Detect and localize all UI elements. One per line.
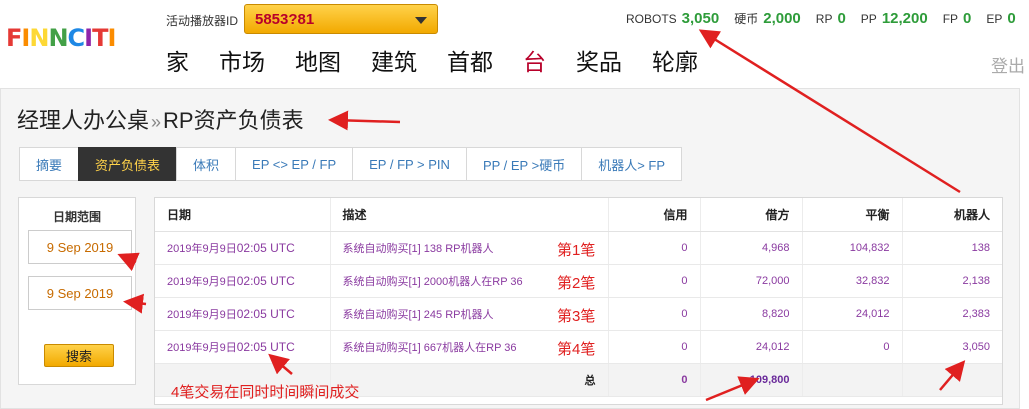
page-title: 经理人办公桌 »RP资产负债表 <box>17 103 304 135</box>
main-nav: 家 市场 地图 建筑 首都 台 奖品 轮廓 <box>166 48 728 78</box>
active-player-id: 5853?81 <box>255 10 315 28</box>
stat-value-ep: 0 <box>1007 10 1016 27</box>
stat-value-rp: 0 <box>837 10 846 27</box>
end-date-input[interactable]: 9 Sep 2019 <box>28 276 132 310</box>
sub-tabs: 摘要 资产负债表 体积 EP <> EP / FP EP / FP > PIN … <box>19 147 683 181</box>
chevron-down-icon <box>415 17 427 24</box>
account-stats: ROBOTS 3,050 硬币 2,000 RP 0 PP 12,200 FP … <box>626 10 1029 27</box>
row-date: 2019年9月9日02:05 UTC <box>155 297 330 331</box>
search-button[interactable]: 搜索 <box>44 344 114 367</box>
column-header-description[interactable]: 描述 <box>329 198 608 232</box>
total-empty-cell <box>901 363 1002 397</box>
stat-label-fp: FP <box>942 12 959 26</box>
row-date: 2019年9月9日02:05 UTC <box>155 264 330 298</box>
nav-market[interactable]: 市场 <box>219 48 265 78</box>
stat-value-fp: 0 <box>963 10 972 27</box>
breadcrumb-current: RP资产负债表 <box>163 108 304 133</box>
date-range-filter: 日期范围 9 Sep 2019 9 Sep 2019 搜索 <box>18 197 136 385</box>
tab-summary[interactable]: 摘要 <box>19 147 79 181</box>
column-header-debit[interactable]: 借方 <box>699 198 802 232</box>
row-robots: 138 <box>901 231 1002 265</box>
site-header: FINNCITI 活动播放器ID 5853?81 ROBOTS 3,050 硬币… <box>0 0 1029 88</box>
annotation-trade-3: 第3笔 <box>557 308 596 325</box>
stat-label-robots: ROBOTS <box>626 12 677 26</box>
row-credit: 0 <box>607 297 700 331</box>
total-credit: 0 <box>607 363 700 397</box>
row-balance: 0 <box>801 330 902 364</box>
breadcrumb-parent[interactable]: 经理人办公桌 <box>17 108 149 133</box>
stat-value-coins: 2,000 <box>763 10 801 27</box>
row-credit: 0 <box>607 330 700 364</box>
stat-label-pp: PP <box>860 12 877 26</box>
row-balance: 32,832 <box>801 264 902 298</box>
column-header-balance[interactable]: 平衡 <box>801 198 902 232</box>
column-header-credit[interactable]: 信用 <box>607 198 700 232</box>
breadcrumb-separator: » <box>151 112 162 132</box>
nav-prizes[interactable]: 奖品 <box>576 48 622 78</box>
stat-value-pp: 12,200 <box>881 10 928 27</box>
column-header-robots[interactable]: 机器人 <box>901 198 1002 232</box>
date-range-heading: 日期范围 <box>52 210 101 224</box>
row-robots: 2,138 <box>901 264 1002 298</box>
annotation-trade-1: 第1笔 <box>557 242 596 259</box>
stat-label-rp: RP <box>815 12 833 26</box>
logo-letter: N <box>48 24 68 52</box>
active-player-select[interactable]: 5853?81 <box>244 4 438 34</box>
logo-letter: C <box>67 24 86 52</box>
nav-map[interactable]: 地图 <box>295 48 341 78</box>
row-date: 2019年9月9日02:05 UTC <box>155 330 330 364</box>
total-label: 总 <box>329 363 608 397</box>
tab-volume[interactable]: 体积 <box>176 147 236 181</box>
row-debit: 8,820 <box>699 297 802 331</box>
stat-label-ep: EP <box>986 12 1003 26</box>
logo-letter: I <box>107 24 116 52</box>
logout-link[interactable]: 登出 <box>991 52 1025 77</box>
logo-letter: F <box>6 24 22 52</box>
start-date-input[interactable]: 9 Sep 2019 <box>28 230 132 264</box>
row-robots: 3,050 <box>901 330 1002 364</box>
tab-pp-ep-coins[interactable]: PP / EP >硬币 <box>465 147 582 181</box>
row-date: 2019年9月9日02:05 UTC <box>155 231 330 265</box>
nav-desk[interactable]: 台 <box>523 48 546 78</box>
annotation-footnote: 4笔交易在同时时间瞬间成交 <box>171 384 360 401</box>
row-debit: 4,968 <box>699 231 802 265</box>
stat-label-coins: 硬币 <box>734 12 759 26</box>
tab-ep-fp-pin[interactable]: EP / FP > PIN <box>352 147 466 181</box>
row-debit: 72,000 <box>699 264 802 298</box>
row-balance: 104,832 <box>801 231 902 265</box>
tab-balance-sheet[interactable]: 资产负债表 <box>78 147 177 181</box>
logo-letter: N <box>29 24 49 52</box>
annotation-trade-4: 第4笔 <box>557 341 596 358</box>
row-robots: 2,383 <box>901 297 1002 331</box>
annotation-trade-2: 第2笔 <box>557 275 596 292</box>
total-empty-cell <box>801 363 902 397</box>
logo-letter: T <box>92 24 108 52</box>
logo-letter: I <box>84 24 93 52</box>
logo-letter: I <box>21 24 30 52</box>
total-debit: 109,800 <box>699 363 802 397</box>
row-balance: 24,012 <box>801 297 902 331</box>
tab-robots-fp[interactable]: 机器人> FP <box>581 147 683 181</box>
stat-value-robots: 3,050 <box>681 10 720 27</box>
nav-capital[interactable]: 首都 <box>447 48 493 78</box>
row-credit: 0 <box>607 264 700 298</box>
row-credit: 0 <box>607 231 700 265</box>
balance-sheet-table: 日期 描述 信用 借方 平衡 机器人 2019年9月9日02:05 UTC 系统… <box>154 197 1003 405</box>
nav-buildings[interactable]: 建筑 <box>371 48 417 78</box>
nav-profile[interactable]: 轮廓 <box>652 48 698 78</box>
table-header-row: 日期 描述 信用 借方 平衡 机器人 <box>155 198 1002 232</box>
tab-ep-fp[interactable]: EP <> EP / FP <box>235 147 353 181</box>
nav-home[interactable]: 家 <box>166 48 189 78</box>
active-player-label: 活动播放器ID <box>166 14 239 28</box>
finnciti-logo[interactable]: FINNCITI <box>6 22 116 52</box>
column-header-date[interactable]: 日期 <box>155 198 330 232</box>
row-debit: 24,012 <box>699 330 802 364</box>
content-panel: 经理人办公桌 »RP资产负债表 摘要 资产负债表 体积 EP <> EP / FP… <box>0 88 1020 409</box>
